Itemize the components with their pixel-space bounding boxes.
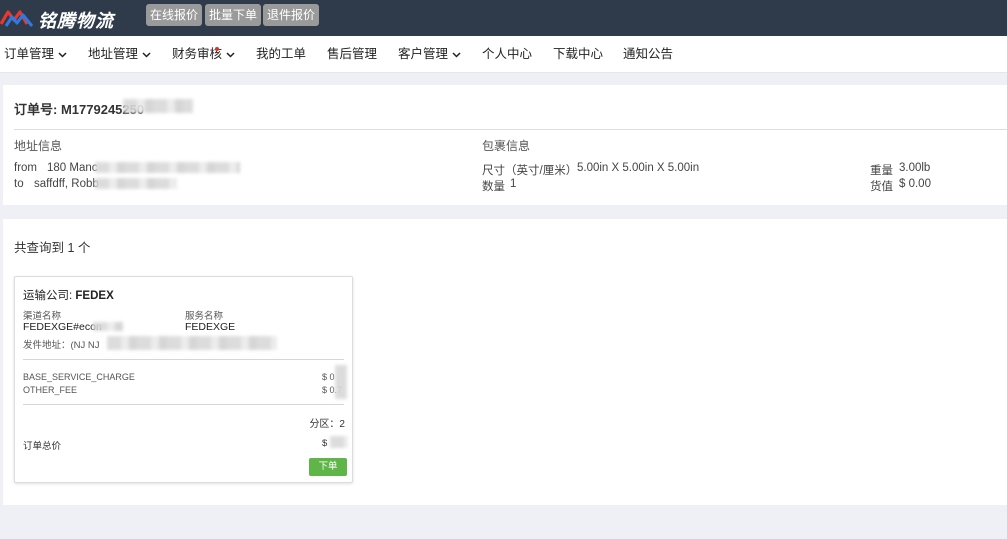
return-quote-button[interactable]: 退件报价 — [263, 4, 320, 26]
nav-customer-management[interactable]: 客户管理 — [398, 36, 461, 73]
package-section-title: 包裹信息 — [482, 139, 531, 153]
ship-from-label: 发件地址：(NJ NJ — [23, 340, 100, 351]
redaction — [330, 436, 348, 448]
address-section-title: 地址信息 — [14, 139, 63, 153]
zone: 分区：2 — [309, 419, 345, 430]
nav-download-center[interactable]: 下载中心 — [553, 36, 603, 73]
divider — [23, 404, 344, 405]
nav-label: 客户管理 — [398, 47, 449, 61]
main-nav: 订单管理 地址管理 财务审核 我的工单 售后管理 客户管理 个人中心 下载中心 … — [0, 36, 1007, 73]
order-number-label: 订单号: — [14, 102, 58, 117]
order-info-panel: 订单号: M1779245250 地址信息 包裹信息 from 180 Manc… — [3, 85, 1007, 205]
nav-my-tickets[interactable]: 我的工单 — [256, 36, 306, 73]
result-count: 共查询到 1 个 — [14, 241, 91, 255]
chevron-down-icon — [142, 52, 151, 58]
brand-logo[interactable]: 铭腾物流 — [0, 6, 130, 32]
chevron-down-icon — [226, 52, 235, 58]
service-value: FEDEXGE — [185, 321, 236, 333]
nav-finance-review[interactable]: 财务审核 — [172, 36, 235, 73]
nav-label: 订单管理 — [4, 47, 55, 61]
redaction — [95, 162, 240, 173]
nav-personal-center[interactable]: 个人中心 — [482, 36, 532, 73]
quantity-value: 1 — [510, 178, 517, 190]
top-bar: 铭腾物流 在线报价 批量下单 退件报价 — [0, 0, 1007, 36]
nav-label: 通知公告 — [623, 47, 674, 61]
weight-value: 3.00lb — [899, 162, 931, 174]
chevron-down-icon — [58, 52, 67, 58]
redaction — [95, 178, 177, 189]
redaction — [93, 322, 123, 331]
brand-name: 铭腾物流 — [38, 11, 114, 32]
goods-value: $ 0.00 — [899, 178, 931, 190]
to-label: to — [14, 178, 24, 190]
carrier-label: 运输公司: — [23, 290, 73, 302]
nav-address-management[interactable]: 地址管理 — [88, 36, 151, 73]
fee-amount: $ 0 — [322, 372, 335, 382]
size-value: 5.00in X 5.00in X 5.00in — [577, 162, 700, 174]
quote-results-panel: 共查询到 1 个 运输公司: FEDEX 渠道名称 FEDEXGE#econ 服… — [3, 219, 1007, 505]
from-address: 180 Manc — [47, 162, 98, 174]
nav-label: 售后管理 — [327, 47, 378, 61]
fee-name: OTHER_FEE — [23, 385, 78, 395]
nav-label: 地址管理 — [88, 47, 139, 61]
nav-announcements[interactable]: 通知公告 — [623, 36, 673, 73]
nav-label: 我的工单 — [256, 47, 307, 61]
redaction — [107, 336, 277, 350]
to-address: saffdff, Robb — [34, 178, 99, 190]
quote-card[interactable]: 运输公司: FEDEX 渠道名称 FEDEXGE#econ 服务名称 FEDEX… — [14, 276, 353, 483]
total-label: 订单总价 — [23, 441, 62, 452]
size-label: 尺寸（英寸/厘米） — [482, 165, 578, 177]
logo-icon — [0, 10, 34, 27]
online-quote-button[interactable]: 在线报价 — [146, 4, 203, 26]
from-label: from — [14, 162, 37, 174]
nav-after-sales[interactable]: 售后管理 — [327, 36, 377, 73]
place-order-button[interactable]: 下单 — [309, 458, 347, 476]
total-value: $ — [322, 438, 328, 449]
channel-value: FEDEXGE#econ — [23, 321, 102, 333]
quantity-label: 数量 — [482, 181, 505, 193]
notification-dot-icon — [215, 47, 219, 51]
chevron-down-icon — [452, 52, 461, 58]
redaction — [335, 365, 347, 399]
batch-order-button[interactable]: 批量下单 — [205, 4, 262, 26]
nav-label: 下载中心 — [553, 47, 604, 61]
divider — [14, 129, 1007, 130]
fee-name: BASE_SERVICE_CHARGE — [23, 372, 135, 382]
redaction — [123, 99, 193, 113]
weight-label: 重量 — [870, 165, 893, 177]
nav-label: 个人中心 — [482, 47, 533, 61]
nav-order-management[interactable]: 订单管理 — [4, 36, 67, 73]
carrier-value: FEDEX — [75, 290, 114, 302]
goods-value-label: 货值 — [870, 181, 893, 193]
carrier: 运输公司: FEDEX — [23, 287, 114, 303]
channel-label: 渠道名称 — [23, 311, 62, 322]
divider — [23, 359, 344, 360]
service-label: 服务名称 — [185, 311, 224, 322]
